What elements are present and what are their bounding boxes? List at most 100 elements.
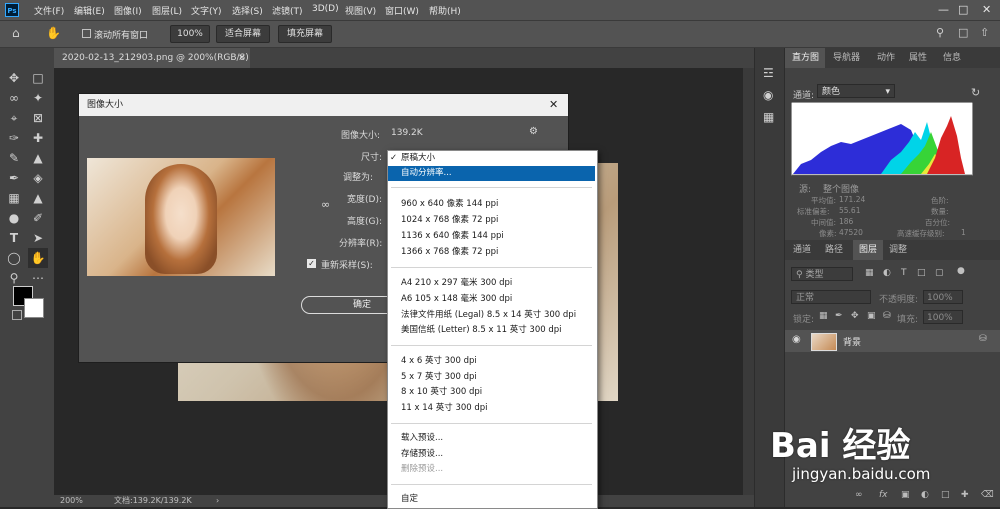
dodge-tool-icon[interactable]: ● bbox=[4, 208, 24, 228]
background-color-swatch[interactable] bbox=[24, 298, 44, 318]
resample-checkbox[interactable]: ✓ bbox=[307, 259, 316, 268]
dropdown-item-save-preset[interactable]: 存储预设... bbox=[388, 447, 595, 462]
menu-type[interactable]: 文字(Y) bbox=[191, 4, 222, 17]
lock-position-icon[interactable]: ✥ bbox=[851, 311, 859, 321]
frame-tool-icon[interactable]: ⊠ bbox=[28, 108, 48, 128]
dialog-close-icon[interactable]: ✕ bbox=[549, 94, 558, 116]
fx-icon[interactable]: fx bbox=[879, 490, 888, 500]
hand-tool-icon[interactable]: ✋ bbox=[46, 26, 61, 40]
magic-wand-icon[interactable]: ✦ bbox=[28, 88, 48, 108]
tab-layers[interactable]: 图层 bbox=[853, 240, 883, 260]
filter-pixel-icon[interactable]: ▦ bbox=[865, 268, 874, 278]
menu-view[interactable]: 视图(V) bbox=[345, 4, 376, 17]
marquee-tool-icon[interactable]: □ bbox=[28, 68, 48, 88]
eyedropper-icon[interactable]: ✑ bbox=[4, 128, 24, 148]
lock-transparent-icon[interactable]: ▦ bbox=[819, 311, 828, 321]
filter-smart-icon[interactable]: ▢ bbox=[935, 268, 944, 278]
dropdown-item-preset[interactable]: A4 210 x 297 毫米 300 dpi bbox=[388, 276, 595, 291]
filter-adjust-icon[interactable]: ◐ bbox=[883, 268, 891, 278]
dropdown-item-preset[interactable]: 4 x 6 英寸 300 dpi bbox=[388, 354, 595, 369]
move-tool-icon[interactable]: ✥ bbox=[4, 68, 24, 88]
color-panel-icon[interactable]: ◉ bbox=[763, 88, 773, 102]
filter-shape-icon[interactable]: □ bbox=[917, 268, 926, 278]
tab-info[interactable]: 信息 bbox=[943, 48, 961, 68]
channel-select[interactable]: 颜色 ▾ bbox=[817, 84, 895, 98]
eraser-icon[interactable]: ◈ bbox=[28, 168, 48, 188]
menu-help[interactable]: 帮助(H) bbox=[429, 4, 461, 17]
dropdown-item-preset[interactable]: 1366 x 768 像素 72 ppi bbox=[388, 245, 595, 260]
dropdown-item-preset[interactable]: 1024 x 768 像素 72 ppi bbox=[388, 213, 595, 228]
healing-brush-icon[interactable]: ✚ bbox=[28, 128, 48, 148]
gear-icon[interactable]: ⚙ bbox=[529, 126, 538, 137]
tab-properties[interactable]: 属性 bbox=[909, 48, 927, 68]
tab-adjustments[interactable]: 调整 bbox=[889, 240, 907, 260]
gradient-tool-icon[interactable]: ▦ bbox=[4, 188, 24, 208]
trash-icon[interactable]: ⌫ bbox=[981, 490, 994, 500]
layer-name[interactable]: 背景 bbox=[843, 335, 861, 348]
image-preview[interactable] bbox=[87, 158, 275, 276]
vertical-scrollbar[interactable] bbox=[743, 68, 754, 495]
dropdown-item-custom[interactable]: 自定 bbox=[388, 492, 595, 507]
eye-icon[interactable]: ◉ bbox=[792, 334, 801, 345]
menu-3d[interactable]: 3D(D) bbox=[312, 4, 339, 14]
link-layers-icon[interactable]: ∞ bbox=[855, 490, 863, 500]
fill-screen-button[interactable]: 填充屏幕 bbox=[278, 25, 332, 43]
tab-paths[interactable]: 路径 bbox=[825, 240, 843, 260]
dropdown-item-preset[interactable]: 11 x 14 英寸 300 dpi bbox=[388, 401, 595, 416]
dropdown-item-preset[interactable]: A6 105 x 148 毫米 300 dpi bbox=[388, 292, 595, 307]
search-icon[interactable]: ⚲ bbox=[936, 26, 944, 39]
document-tab[interactable]: 2020-02-13_212903.png @ 200%(RGB/8) × bbox=[54, 48, 250, 68]
tab-channels[interactable]: 通道 bbox=[793, 240, 811, 260]
ellipse-tool-icon[interactable]: ◯ bbox=[4, 248, 24, 268]
share-icon[interactable]: ⇧ bbox=[980, 26, 989, 39]
zoom-100-button[interactable]: 100% bbox=[170, 25, 210, 43]
pen-tool-icon[interactable]: ✐ bbox=[28, 208, 48, 228]
layer-row-background[interactable]: ◉ 背景 ⛁ bbox=[785, 330, 1000, 352]
fit-screen-button[interactable]: 适合屏幕 bbox=[216, 25, 270, 43]
dropdown-item-auto-resolution[interactable]: 自动分辨率... bbox=[388, 166, 595, 181]
new-group-icon[interactable]: □ bbox=[941, 490, 950, 500]
zoom-tool-icon[interactable]: ⚲ bbox=[4, 268, 24, 288]
home-icon[interactable]: ⌂ bbox=[12, 26, 20, 40]
history-panel-icon[interactable]: ☲ bbox=[763, 66, 774, 80]
dropdown-item-preset[interactable]: 美国信纸 (Letter) 8.5 x 11 英寸 300 dpi bbox=[388, 323, 595, 338]
menu-image[interactable]: 图像(I) bbox=[114, 4, 142, 17]
new-layer-icon[interactable]: ✚ bbox=[961, 490, 969, 500]
adjustment-layer-icon[interactable]: ◐ bbox=[921, 490, 929, 500]
maximize-icon[interactable]: □ bbox=[958, 3, 968, 16]
close-tab-icon[interactable]: × bbox=[238, 48, 246, 68]
fill-field[interactable]: 100% bbox=[923, 310, 963, 324]
menu-select[interactable]: 选择(S) bbox=[232, 4, 263, 17]
menu-edit[interactable]: 编辑(E) bbox=[74, 4, 105, 17]
menu-layer[interactable]: 图层(L) bbox=[152, 4, 182, 17]
more-tools-icon[interactable]: ⋯ bbox=[28, 268, 48, 288]
stamp-tool-icon[interactable]: ▲ bbox=[28, 148, 48, 168]
workspace-icon[interactable]: □ bbox=[958, 26, 968, 39]
chain-link-icon[interactable]: ∞ bbox=[321, 198, 330, 211]
dropdown-item-load-preset[interactable]: 载入预设... bbox=[388, 431, 595, 446]
default-colors-icon[interactable] bbox=[12, 310, 22, 320]
scroll-all-checkbox[interactable] bbox=[82, 29, 91, 38]
lock-pixels-icon[interactable]: ✒ bbox=[835, 311, 843, 321]
dropdown-item-preset[interactable]: 5 x 7 英寸 300 dpi bbox=[388, 370, 595, 385]
history-brush-icon[interactable]: ✒ bbox=[4, 168, 24, 188]
hand-tool-icon[interactable]: ✋ bbox=[28, 248, 48, 268]
lock-all-icon[interactable]: ⛁ bbox=[883, 311, 891, 321]
blend-mode-select[interactable]: 正常 bbox=[791, 290, 871, 304]
add-mask-icon[interactable]: ▣ bbox=[901, 490, 910, 500]
filter-type-icon[interactable]: T bbox=[901, 268, 907, 278]
dropdown-item-preset[interactable]: 8 x 10 英寸 300 dpi bbox=[388, 385, 595, 400]
refresh-icon[interactable]: ↻ bbox=[971, 86, 980, 99]
type-tool-icon[interactable]: T bbox=[4, 228, 24, 248]
opacity-field[interactable]: 100% bbox=[923, 290, 963, 304]
tab-navigator[interactable]: 导航器 bbox=[833, 48, 860, 68]
crop-tool-icon[interactable]: ⌖ bbox=[4, 108, 24, 128]
dropdown-item-original-size[interactable]: ✓ 原稿大小 bbox=[388, 151, 595, 166]
dropdown-item-preset[interactable]: 法律文件用纸 (Legal) 8.5 x 14 英寸 300 dpi bbox=[388, 308, 595, 323]
tab-actions[interactable]: 动作 bbox=[877, 48, 895, 68]
brush-tool-icon[interactable]: ✎ bbox=[4, 148, 24, 168]
status-arrow-icon[interactable]: › bbox=[216, 495, 219, 507]
dropdown-item-preset[interactable]: 960 x 640 像素 144 ppi bbox=[388, 197, 595, 212]
lock-artboard-icon[interactable]: ▣ bbox=[867, 311, 876, 321]
menu-window[interactable]: 窗口(W) bbox=[385, 4, 419, 17]
